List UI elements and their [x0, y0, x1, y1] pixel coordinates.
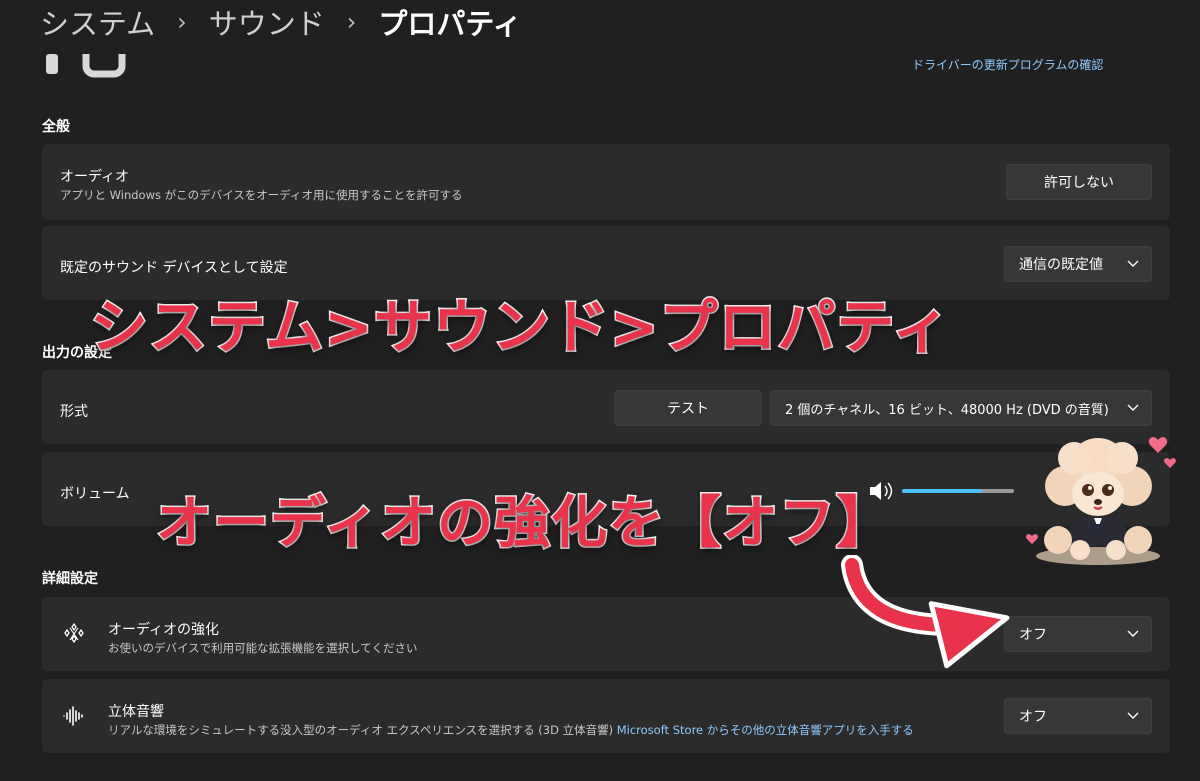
- audio-enhancement-description: お使いのデバイスで利用可能な拡張機能を選択してください: [108, 641, 418, 655]
- format-value: 2 個のチャネル、16 ビット、48000 Hz (DVD の音質): [785, 402, 1109, 418]
- chevron-down-icon: [1127, 260, 1139, 267]
- spatial-sound-select[interactable]: オフ: [1004, 698, 1152, 734]
- microsoft-store-link[interactable]: Microsoft Store からその他の立体音響アプリを入手する: [617, 723, 914, 737]
- breadcrumb-separator: ›: [177, 8, 187, 36]
- overlay-headline: システム>サウンド>プロパティ: [89, 292, 952, 363]
- format-select[interactable]: 2 個のチャネル、16 ビット、48000 Hz (DVD の音質): [770, 390, 1152, 426]
- default-device-title: 既定のサウンド デバイスとして設定: [60, 260, 288, 276]
- breadcrumb-item-system[interactable]: システム: [40, 1, 155, 43]
- test-button[interactable]: テスト: [614, 390, 762, 426]
- audio-enhancement-select[interactable]: オフ: [1004, 616, 1152, 652]
- format-card: 形式 テスト 2 個のチャネル、16 ビット、48000 Hz (DVD の音質…: [42, 370, 1170, 444]
- audio-title: オーディオ: [60, 169, 130, 185]
- spatial-sound-value: オフ: [1019, 709, 1047, 725]
- pointer-arrow-icon: [841, 555, 1010, 669]
- section-title-advanced: 詳細設定: [42, 571, 98, 587]
- breadcrumb-separator: ›: [346, 8, 357, 36]
- default-device-value: 通信の既定値: [1019, 257, 1103, 273]
- disallow-button[interactable]: 許可しない: [1006, 164, 1152, 200]
- audio-enhancement-value: オフ: [1019, 627, 1047, 643]
- audio-permission-card: オーディオ アプリと Windows がこのデバイスをオーディオ用に使用すること…: [42, 144, 1170, 220]
- spatial-sound-description: リアルな環境をシミュレートする没入型のオーディオ エクスペリエンスを選択する (…: [108, 722, 914, 738]
- breadcrumb-item-sound[interactable]: サウンド: [209, 1, 325, 43]
- poodle-mascot-illustration: [1026, 437, 1176, 565]
- audio-description: アプリと Windows がこのデバイスをオーディオ用に使用することを許可する: [60, 188, 463, 202]
- chevron-down-icon: [1127, 404, 1139, 411]
- chevron-down-icon: [1127, 630, 1139, 637]
- audio-enhancement-title: オーディオの強化: [108, 622, 220, 638]
- volume-title: ボリューム: [60, 486, 130, 502]
- sound-wave-icon: [63, 706, 83, 726]
- spatial-sound-description-text: リアルな環境をシミュレートする没入型のオーディオ エクスペリエンスを選択する (…: [108, 723, 614, 737]
- driver-update-link[interactable]: ドライバーの更新プログラムの確認: [912, 56, 1103, 73]
- device-headset-icon: [46, 54, 126, 78]
- spatial-sound-title: 立体音響: [108, 704, 164, 720]
- overlay-instruction: オーディオの強化を【オフ】: [154, 490, 894, 558]
- sparkle-grid-icon: [64, 622, 84, 644]
- breadcrumb: システム › サウンド › プロパティ: [40, 2, 522, 42]
- breadcrumb-item-properties: プロパティ: [378, 7, 522, 41]
- spatial-sound-card: 立体音響 リアルな環境をシミュレートする没入型のオーディオ エクスペリエンスを選…: [42, 679, 1170, 753]
- format-title: 形式: [60, 404, 88, 420]
- section-title-general: 全般: [42, 119, 70, 135]
- default-device-select[interactable]: 通信の既定値: [1004, 246, 1152, 282]
- chevron-down-icon: [1127, 712, 1139, 719]
